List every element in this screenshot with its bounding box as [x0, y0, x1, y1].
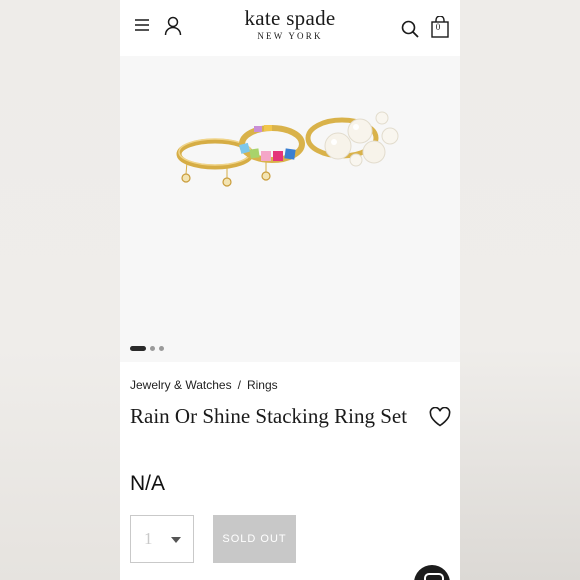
product-price: N/A — [130, 472, 166, 495]
pagination-dot-2[interactable] — [150, 345, 155, 351]
ring-set-illustration — [176, 111, 399, 187]
breadcrumb: Jewelry & Watches / Rings — [130, 378, 278, 392]
chat-glyph — [424, 573, 444, 580]
pagination-dot-3[interactable] — [159, 345, 164, 351]
quantity-value: 1 — [144, 529, 153, 548]
product-image[interactable] — [120, 56, 460, 362]
logo-subline: NEW YORK — [257, 31, 323, 41]
account-icon[interactable] — [162, 14, 184, 38]
product-title: Rain Or Shine Stacking Ring Set — [130, 404, 408, 428]
breadcrumb-separator: / — [237, 378, 241, 392]
image-pagination[interactable] — [130, 345, 164, 351]
breadcrumb-rings[interactable]: Rings — [247, 378, 278, 392]
product-page: kate spade NEW YORK 0 Jewelry & Watches … — [120, 0, 460, 580]
brand-logo[interactable]: kate spade NEW YORK — [215, 6, 365, 41]
heart-outline-icon[interactable] — [428, 405, 452, 429]
search-icon[interactable] — [399, 18, 421, 40]
pagination-dot-1[interactable] — [130, 345, 146, 351]
logo-wordmark: kate spade — [244, 6, 336, 30]
breadcrumb-jewelry-watches[interactable]: Jewelry & Watches — [130, 378, 232, 392]
quantity-select[interactable]: 1 — [130, 515, 194, 563]
background-left — [0, 0, 120, 580]
chevron-down-icon — [171, 537, 181, 543]
site-header: kate spade NEW YORK 0 — [120, 0, 460, 56]
bag-icon[interactable]: 0 — [429, 14, 451, 40]
background-right — [460, 0, 580, 580]
chat-icon[interactable] — [414, 565, 450, 580]
sold-out-button[interactable]: SOLD OUT — [213, 515, 296, 563]
bag-count: 0 — [435, 22, 441, 32]
menu-icon[interactable] — [132, 14, 152, 36]
